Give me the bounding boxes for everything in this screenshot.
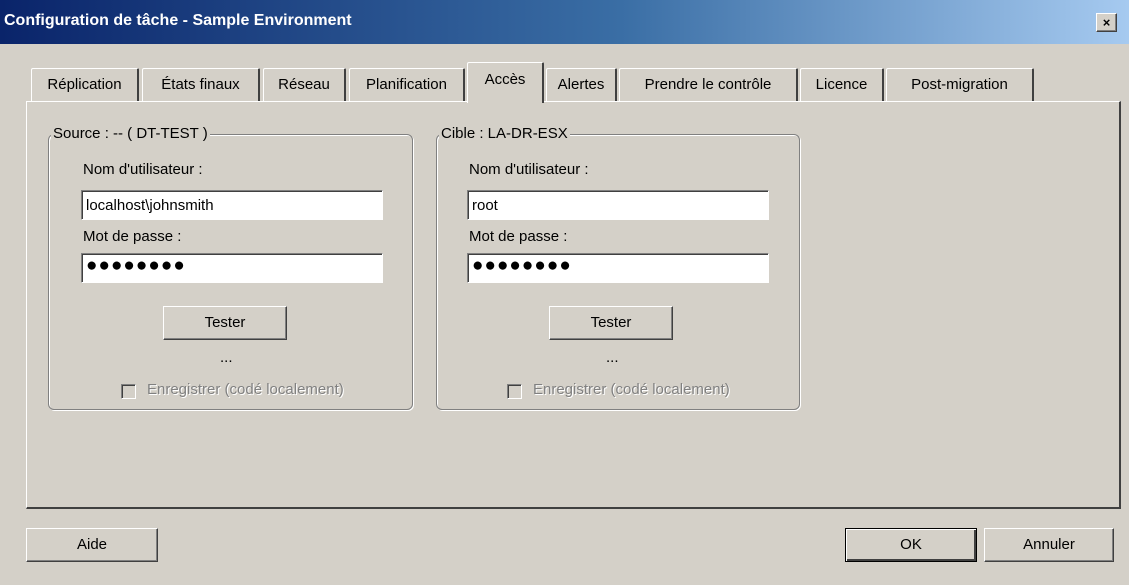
- tab-etats-finaux[interactable]: États finaux: [142, 68, 260, 101]
- tab-panel-acces: Source : -- ( DT-TEST ) Nom d'utilisateu…: [26, 101, 1121, 509]
- target-password-field[interactable]: ●●●●●●●●: [467, 253, 769, 283]
- source-password-field[interactable]: ●●●●●●●●: [81, 253, 383, 283]
- ok-button[interactable]: OK: [845, 528, 977, 562]
- source-group: Source : -- ( DT-TEST ) Nom d'utilisateu…: [48, 125, 413, 410]
- tab-prendre-le-controle[interactable]: Prendre le contrôle: [619, 68, 798, 101]
- tab-licence[interactable]: Licence: [800, 68, 884, 101]
- cancel-button[interactable]: Annuler: [984, 528, 1114, 562]
- tab-reseau[interactable]: Réseau: [263, 68, 346, 101]
- window-title: Configuration de tâche - Sample Environm…: [4, 12, 352, 29]
- title-bar: Configuration de tâche - Sample Environm…: [0, 0, 1129, 44]
- target-save-checkbox[interactable]: [507, 384, 522, 399]
- tab-replication[interactable]: Réplication: [31, 68, 139, 101]
- source-test-button[interactable]: Tester: [163, 306, 287, 340]
- tab-acces[interactable]: Accès: [467, 62, 544, 103]
- target-username-field[interactable]: root: [467, 190, 769, 220]
- source-group-legend: Source : -- ( DT-TEST ): [51, 125, 210, 142]
- help-button[interactable]: Aide: [26, 528, 158, 562]
- source-save-label: Enregistrer (codé localement): [147, 381, 344, 398]
- target-status-text: ...: [606, 349, 619, 366]
- source-status-text: ...: [220, 349, 233, 366]
- tab-planification[interactable]: Planification: [349, 68, 465, 101]
- target-group: Cible : LA-DR-ESX Nom d'utilisateur : ro…: [436, 125, 800, 410]
- target-username-label: Nom d'utilisateur :: [469, 161, 589, 178]
- target-password-label: Mot de passe :: [469, 228, 568, 245]
- tab-alertes[interactable]: Alertes: [546, 68, 617, 101]
- tab-post-migration[interactable]: Post-migration: [886, 68, 1034, 101]
- source-username-label: Nom d'utilisateur :: [83, 161, 203, 178]
- source-save-checkbox[interactable]: [121, 384, 136, 399]
- source-password-label: Mot de passe :: [83, 228, 182, 245]
- close-button[interactable]: ×: [1096, 13, 1117, 32]
- target-group-legend: Cible : LA-DR-ESX: [439, 125, 570, 142]
- target-save-label: Enregistrer (codé localement): [533, 381, 730, 398]
- target-test-button[interactable]: Tester: [549, 306, 673, 340]
- source-username-field[interactable]: localhost\johnsmith: [81, 190, 383, 220]
- tab-strip: Réplication États finaux Réseau Planific…: [0, 62, 1129, 103]
